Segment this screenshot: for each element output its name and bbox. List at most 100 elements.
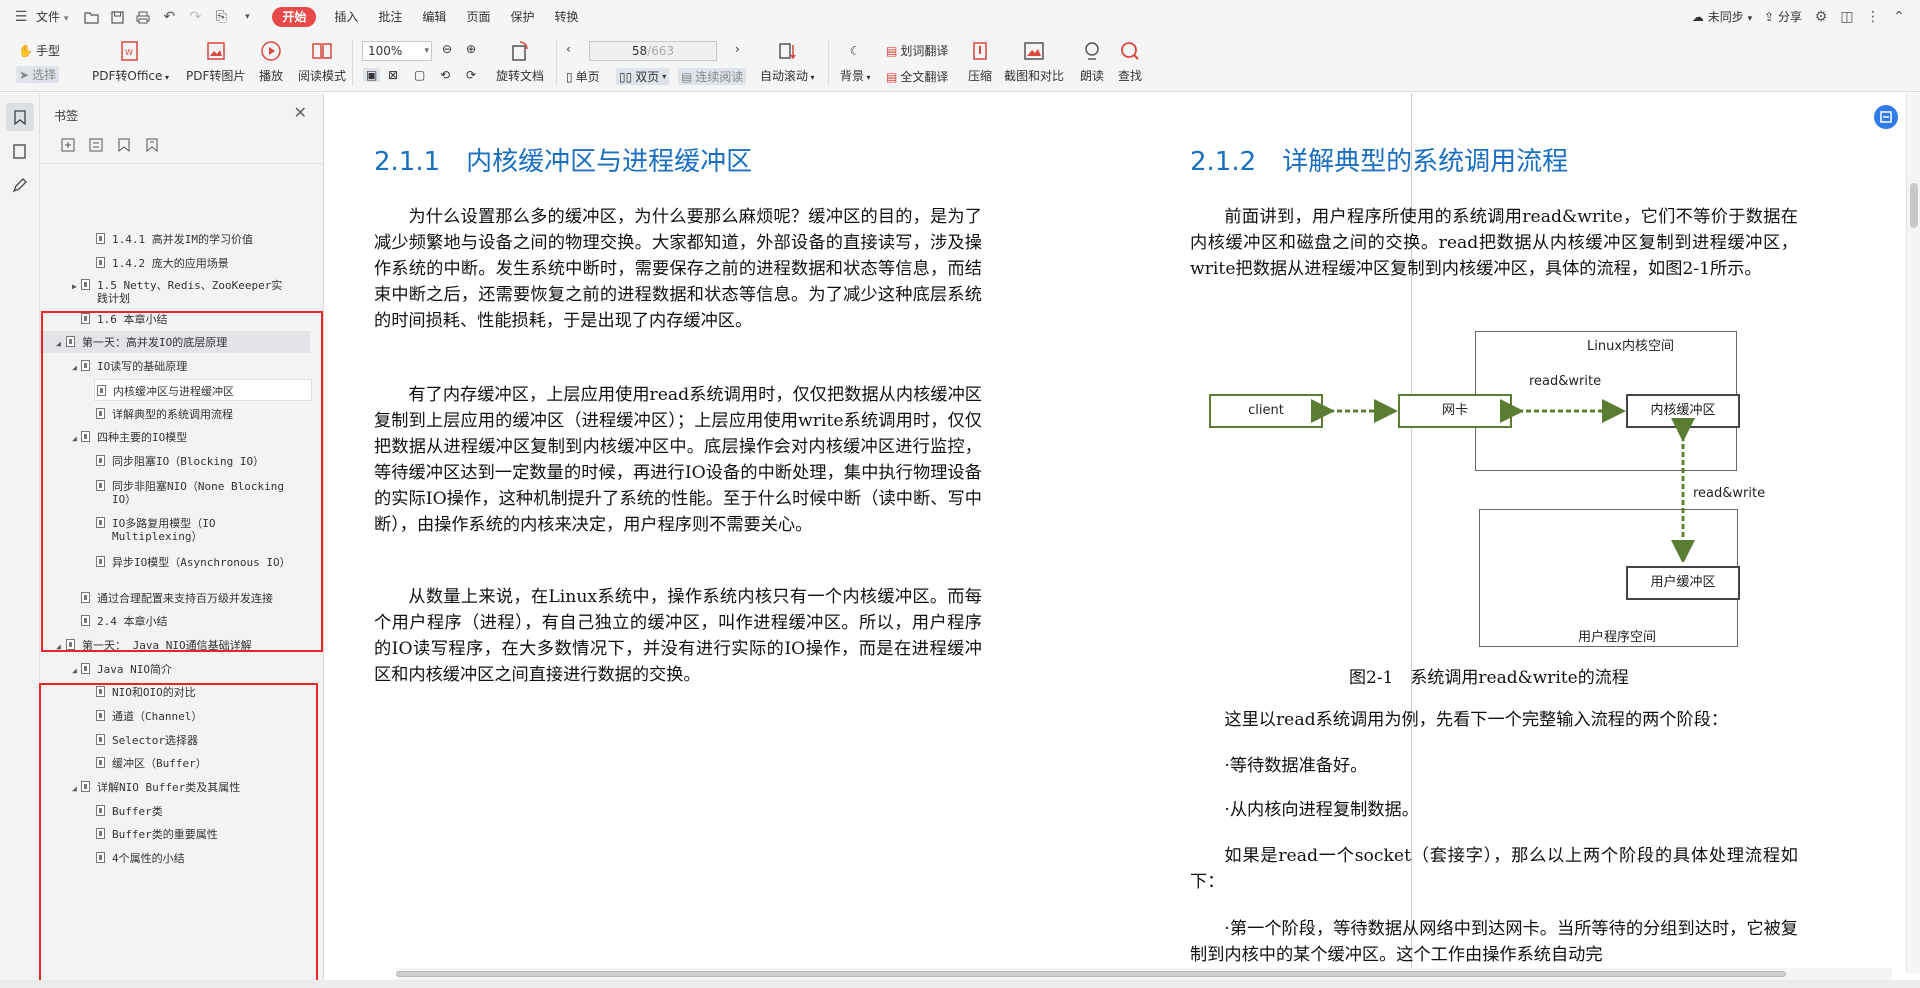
word-translate-button[interactable]: ▤ 划词翻译 — [886, 42, 948, 59]
hamburger-menu-icon[interactable]: ☰ — [8, 0, 34, 34]
open-folder-icon[interactable] — [78, 0, 104, 34]
collapse-arrow-icon[interactable]: ◢ — [56, 337, 61, 350]
file-menu[interactable]: 文件 ▾ — [34, 0, 78, 34]
bookmark-item[interactable]: ◢ 详解NIO Buffer类及其属性 — [40, 776, 310, 798]
tab-5[interactable]: 保护 — [500, 0, 544, 34]
bookmark-panel-icon[interactable] — [5, 103, 34, 131]
bookmark-item[interactable]: Buffer类 — [40, 800, 310, 822]
add-bookmark-icon[interactable] — [60, 137, 76, 153]
settings-icon[interactable]: ⚙ — [1808, 0, 1834, 34]
double-page-button[interactable]: ▯▯ 双页 ▾ — [616, 68, 670, 85]
read-mode-button[interactable]: 阅读模式 — [298, 37, 346, 84]
tab-4[interactable]: 页面 — [456, 0, 500, 34]
bookmark-item[interactable]: IO多路复用模型（IO Multiplexing） — [40, 512, 310, 546]
collapse-arrow-icon[interactable]: ◢ — [56, 640, 61, 653]
bookmark-item[interactable]: 4个属性的小结 — [40, 847, 310, 869]
bookmark-item[interactable]: 详解典型的系统调用流程 — [40, 403, 310, 425]
tab-6[interactable]: 转换 — [544, 0, 588, 34]
read-aloud-button[interactable]: 朗读 — [1078, 37, 1106, 84]
bookmark-item[interactable]: 1.6 本章小结 — [40, 308, 310, 330]
print-icon[interactable] — [130, 0, 156, 34]
background-button[interactable]: ☾ 背景 ▾ — [840, 37, 871, 84]
zoom-select[interactable]: 100% ▾ — [362, 41, 432, 61]
tab-0[interactable]: 开始 — [272, 7, 317, 27]
bookmark-item[interactable]: ▶ 1.5 Netty、Redis、ZooKeeper实践计划 — [40, 274, 310, 308]
find-button[interactable]: 查找 — [1116, 37, 1144, 84]
collapse-arrow-icon[interactable]: ◢ — [72, 361, 77, 374]
fit-width-icon[interactable]: ⊠ — [388, 68, 398, 82]
collapse-arrow-icon[interactable]: ◢ — [72, 664, 77, 677]
screenshot-compare-button[interactable]: 截图和对比 — [1004, 37, 1064, 84]
close-icon[interactable]: ✕ — [294, 103, 307, 122]
bookmark-item[interactable]: ◢ 四种主要的IO模型 — [40, 426, 310, 448]
tab-2[interactable]: 批注 — [368, 0, 412, 34]
undo-icon[interactable]: ↶ — [156, 0, 182, 34]
bookmark-item[interactable]: Buffer类的重要属性 — [40, 823, 310, 845]
add-child-bookmark-icon[interactable] — [88, 137, 104, 153]
bookmark-item[interactable]: ◢ IO读写的基础原理 — [40, 355, 310, 377]
share-button[interactable]: ⇪ 分享 — [1758, 0, 1808, 34]
bookmark-item[interactable]: 1.4.2 庞大的应用场景 — [40, 252, 310, 274]
tab-1[interactable]: 插入 — [324, 0, 368, 34]
hand-tool-button[interactable]: ✋ 手型 — [18, 42, 60, 59]
more-icon[interactable]: ⋮ — [1860, 0, 1886, 34]
bookmark-item[interactable]: NIO和OIO的对比 — [40, 681, 310, 703]
collapse-ribbon-icon[interactable]: ⌃ — [1886, 0, 1912, 34]
collapse-arrow-icon[interactable]: ◢ — [72, 782, 77, 795]
pdf-to-office-button[interactable]: W PDF转Office ▾ — [92, 37, 169, 84]
tab-3[interactable]: 编辑 — [412, 0, 456, 34]
rotate-right-icon[interactable]: ⟳ — [466, 68, 476, 82]
horizontal-scrollbar[interactable] — [396, 968, 1892, 980]
bookmark-item[interactable]: 缓冲区（Buffer） — [40, 752, 310, 774]
continuous-read-button[interactable]: ▤ 连续阅读 — [678, 68, 747, 85]
pdf-to-image-button[interactable]: PDF转图片 — [186, 37, 245, 84]
zoom-in-icon[interactable]: ⊕ — [466, 42, 476, 56]
bookmark-item[interactable]: 通过合理配置来支持百万级并发连接 — [40, 587, 310, 609]
fit-page-icon[interactable]: ▣ — [363, 68, 381, 82]
figure-2-1-diagram: Linux内核空间 用户程序空间 client 网卡 内核缓冲区 用户缓冲区 r… — [1185, 232, 1805, 647]
bookmark-options-icon[interactable] — [144, 137, 160, 153]
vertical-scroll-thumb[interactable] — [1910, 183, 1918, 228]
auto-scroll-button[interactable]: 自动滚动 ▾ — [760, 37, 815, 84]
page-number-input[interactable]: 58/663 — [589, 41, 717, 61]
bookmark-item[interactable]: 通道（Channel） — [40, 705, 310, 727]
actual-size-icon[interactable]: ▢ — [414, 68, 425, 82]
bookmark-item[interactable]: Selector选择器 — [40, 729, 310, 751]
prev-page-icon[interactable]: ‹ — [566, 42, 571, 56]
next-page-icon[interactable]: › — [735, 42, 740, 56]
single-page-button[interactable]: ▯ 单页 — [566, 68, 600, 85]
export-icon[interactable]: ⎘ — [208, 0, 234, 34]
bookmark-item[interactable]: 1.4.1 高并发IM的学习价值 — [40, 228, 310, 250]
full-translate-button[interactable]: ▤ 全文翻译 — [886, 68, 948, 85]
rotate-left-icon[interactable]: ⟲ — [440, 68, 450, 82]
floating-tool-button[interactable] — [1874, 105, 1898, 129]
quick-access-dropdown-icon[interactable]: ▾ — [234, 0, 260, 34]
rotate-doc-button[interactable]: 旋转文档 — [496, 37, 544, 84]
vertical-scrollbar[interactable] — [1906, 93, 1920, 973]
expand-arrow-icon[interactable]: ▶ — [72, 280, 77, 293]
horizontal-scroll-thumb[interactable] — [396, 971, 1786, 977]
annotation-panel-icon[interactable] — [6, 171, 34, 199]
play-button[interactable]: 播放 — [257, 37, 285, 84]
bookmark-item[interactable]: 同步阻塞IO（Blocking IO） — [40, 450, 310, 472]
compress-button[interactable]: 压缩 — [966, 37, 994, 84]
redo-icon[interactable]: ↷ — [182, 0, 208, 34]
zoom-out-icon[interactable]: ⊖ — [442, 42, 452, 56]
skin-icon[interactable]: ◫ — [1834, 0, 1860, 34]
bookmark-item[interactable]: 内核缓冲区与进程缓冲区 — [94, 379, 312, 401]
delete-bookmark-icon[interactable] — [116, 137, 132, 153]
save-icon[interactable] — [104, 0, 130, 34]
bookmark-doc-icon — [96, 455, 105, 466]
bookmark-item[interactable]: ◢ 第一天： Java NIO通信基础详解 — [40, 634, 310, 656]
bookmark-item[interactable]: 异步IO模型（Asynchronous IO） — [40, 551, 310, 585]
select-tool-button[interactable]: ➤ 选择 — [16, 66, 60, 83]
bookmark-item[interactable]: ◢ Java NIO简介 — [40, 658, 310, 680]
bookmark-item[interactable]: 同步非阻塞NIO（None Blocking IO） — [40, 475, 310, 509]
bookmark-item[interactable]: ◢ 第一天：高并发IO的底层原理 — [40, 331, 310, 353]
pdf-to-image-label: PDF转图片 — [186, 69, 246, 83]
bookmark-item[interactable]: 2.4 本章小结 — [40, 610, 310, 632]
bookmark-label: 1.4.1 高并发IM的学习价值 — [112, 233, 253, 246]
thumbnail-panel-icon[interactable] — [6, 137, 34, 165]
collapse-arrow-icon[interactable]: ◢ — [72, 432, 77, 445]
sync-status[interactable]: ☁ 未同步 ▾ — [1686, 0, 1758, 34]
